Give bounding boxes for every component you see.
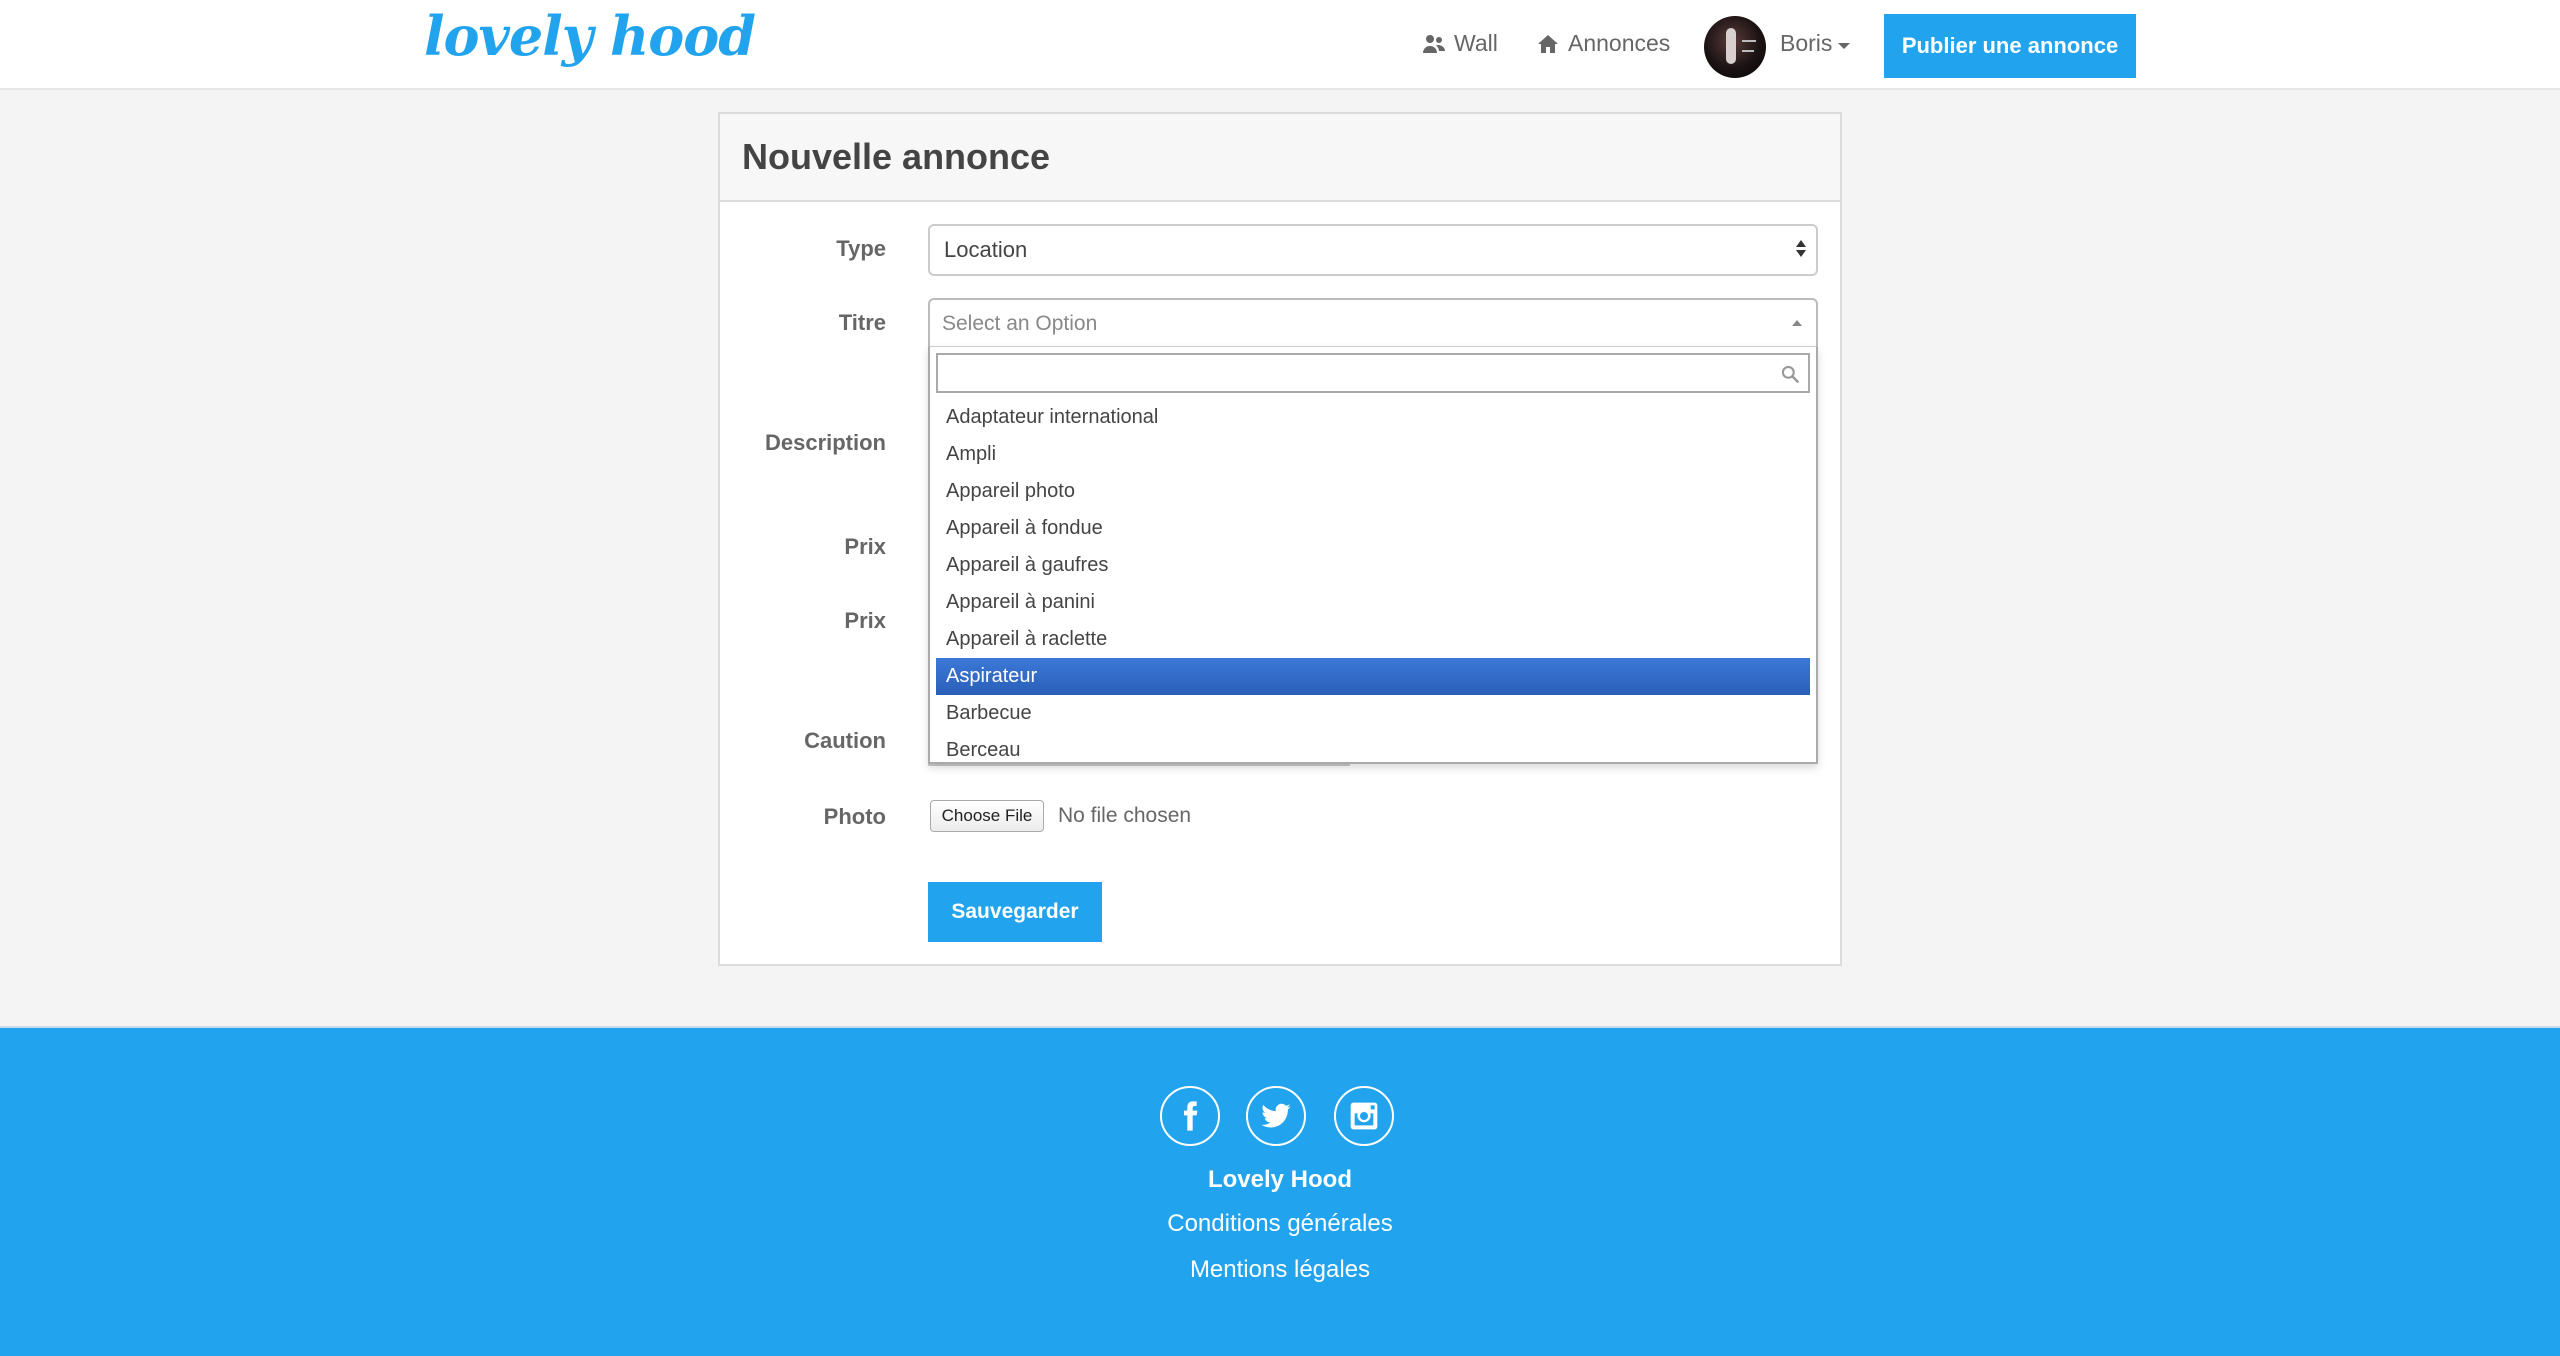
footer-link-conditions[interactable]: Conditions générales [0, 1210, 2560, 1238]
dropdown-option[interactable]: Appareil photo [936, 473, 1810, 510]
dropdown-option-highlighted[interactable]: Aspirateur [936, 658, 1810, 695]
dropdown-option[interactable]: Ampli [936, 436, 1810, 473]
titre-placeholder: Select an Option [942, 312, 1098, 335]
twitter-link[interactable] [1246, 1086, 1306, 1146]
type-select-value: Location [944, 237, 1028, 262]
nav-annonces-link[interactable]: Annonces [1536, 30, 1670, 57]
dropdown-option[interactable]: Barbecue [936, 695, 1810, 732]
search-icon [1781, 365, 1800, 384]
caret-down-icon [1838, 42, 1851, 49]
user-name: Boris [1780, 30, 1833, 56]
publish-button[interactable]: Publier une annonce [1884, 14, 2136, 78]
dropdown-option[interactable]: Berceau [936, 732, 1810, 762]
type-select[interactable]: Location [928, 224, 1818, 276]
logo[interactable]: lovely hood [424, 4, 756, 68]
dropdown-search [936, 353, 1810, 393]
type-label: Type [836, 236, 886, 261]
nav-wall-label: Wall [1454, 30, 1498, 56]
caution-label: Caution [804, 728, 886, 753]
dropdown-options: Adaptateur international Ampli Appareil … [936, 399, 1810, 762]
dropdown-option[interactable]: Appareil à gaufres [936, 547, 1810, 584]
file-status: No file chosen [1058, 804, 1192, 827]
titre-select[interactable]: Select an Option [928, 298, 1818, 348]
dropdown-option[interactable]: Adaptateur international [936, 399, 1810, 436]
prix-label-1: Prix [844, 534, 886, 559]
instagram-link[interactable] [1334, 1086, 1394, 1146]
user-menu[interactable]: Boris [1780, 30, 1851, 57]
facebook-icon [1184, 1101, 1198, 1131]
instagram-icon [1350, 1102, 1378, 1130]
footer-brand: Lovely Hood [1207, 1166, 1352, 1193]
twitter-icon [1261, 1103, 1291, 1128]
chevron-up-icon [1792, 320, 1802, 326]
description-label: Description [764, 430, 886, 455]
navbar: lovely hood Wall Annonces Boris Publier … [0, 0, 2560, 90]
new-listing-panel: Nouvelle annonce Type Location Titre Sel… [718, 112, 1842, 966]
panel-heading: Nouvelle annonce [720, 114, 1840, 202]
photo-label: Photo [823, 804, 886, 829]
nav-annonces-label: Annonces [1568, 30, 1671, 56]
users-icon [1423, 34, 1445, 53]
page-title: Nouvelle annonce [742, 136, 1051, 177]
dropdown-option[interactable]: Appareil à fondue [936, 510, 1810, 547]
titre-dropdown: Adaptateur international Ampli Appareil … [928, 346, 1818, 764]
avatar[interactable] [1704, 16, 1766, 78]
select-arrows-icon [1796, 240, 1806, 257]
nav-wall-link[interactable]: Wall [1422, 30, 1498, 57]
footer-link-mentions[interactable]: Mentions légales [0, 1256, 2560, 1284]
save-button[interactable]: Sauvegarder [928, 882, 1102, 942]
dropdown-search-input[interactable] [938, 355, 1808, 391]
dropdown-option[interactable]: Appareil à raclette [936, 621, 1810, 658]
choose-file-button[interactable]: Choose File [930, 800, 1044, 832]
footer: Lovely Hood Conditions générales Mention… [0, 1026, 2560, 1356]
dropdown-option[interactable]: Appareil à panini [936, 584, 1810, 621]
home-icon [1538, 34, 1558, 53]
caution-input-edge [928, 764, 1350, 766]
prix-label-2: Prix [844, 608, 886, 633]
titre-label: Titre [838, 310, 886, 335]
facebook-link[interactable] [1160, 1086, 1220, 1146]
